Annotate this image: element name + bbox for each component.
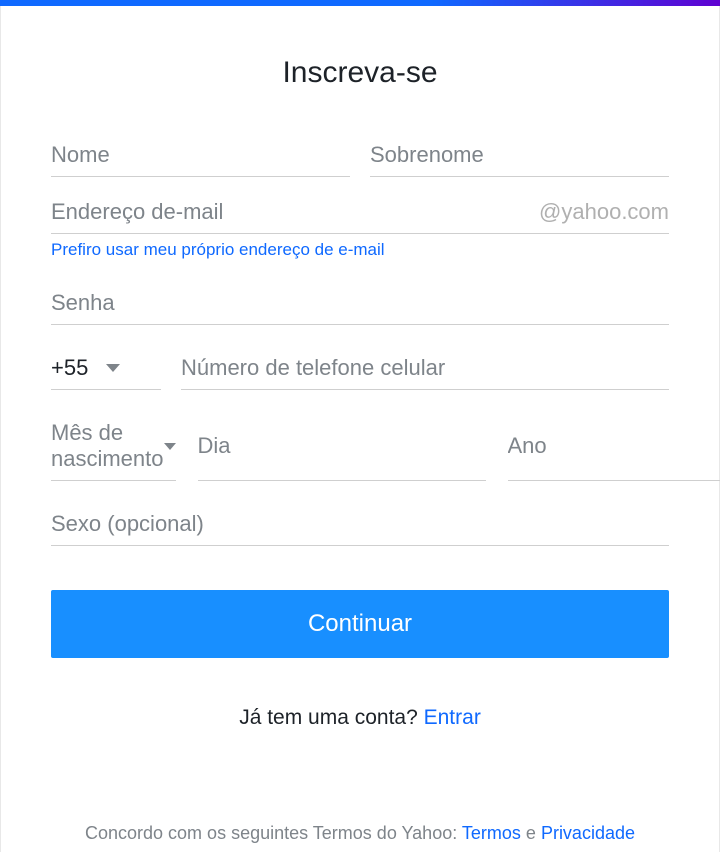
birth-day-input[interactable]: [198, 412, 486, 481]
chevron-down-icon: [106, 364, 120, 372]
password-field: [51, 282, 669, 325]
first-name-input[interactable]: [51, 134, 350, 177]
continue-button[interactable]: Continuar: [51, 590, 669, 658]
signup-container: Inscreva-se @yahoo.com Prefiro usar meu …: [0, 6, 720, 852]
signin-prompt-text: Já tem uma conta?: [239, 706, 423, 729]
signin-prompt: Já tem uma conta? Entrar: [51, 706, 669, 730]
birth-month-label: Mês de nascimento: [51, 420, 164, 472]
email-row: @yahoo.com: [51, 191, 669, 234]
phone-row: +55: [51, 347, 669, 390]
use-own-email-link[interactable]: Prefiro usar meu próprio endereço de e-m…: [51, 240, 669, 260]
birth-year-input[interactable]: [508, 412, 720, 481]
terms-prefix-text: Concordo com os seguintes Termos do Yaho…: [85, 823, 462, 843]
email-input[interactable]: [51, 191, 529, 233]
gender-field: [51, 503, 669, 546]
page-title: Inscreva-se: [51, 6, 669, 134]
last-name-field: [370, 134, 669, 177]
password-input[interactable]: [51, 282, 669, 325]
privacy-link[interactable]: Privacidade: [541, 823, 635, 843]
email-domain-suffix: @yahoo.com: [539, 199, 669, 233]
first-name-field: [51, 134, 350, 177]
country-code-value: +55: [51, 355, 88, 381]
last-name-input[interactable]: [370, 134, 669, 177]
terms-and-text: e: [521, 823, 541, 843]
signin-link[interactable]: Entrar: [424, 706, 481, 729]
chevron-down-icon: [164, 443, 176, 450]
name-row: [51, 134, 669, 177]
birth-month-select[interactable]: Mês de nascimento: [51, 412, 176, 481]
phone-input[interactable]: [181, 347, 669, 390]
terms-row: Concordo com os seguintes Termos do Yaho…: [51, 820, 669, 847]
terms-link[interactable]: Termos: [462, 823, 521, 843]
gender-input[interactable]: [51, 503, 669, 546]
birthdate-row: Mês de nascimento: [51, 412, 669, 481]
country-code-select[interactable]: +55: [51, 347, 161, 390]
